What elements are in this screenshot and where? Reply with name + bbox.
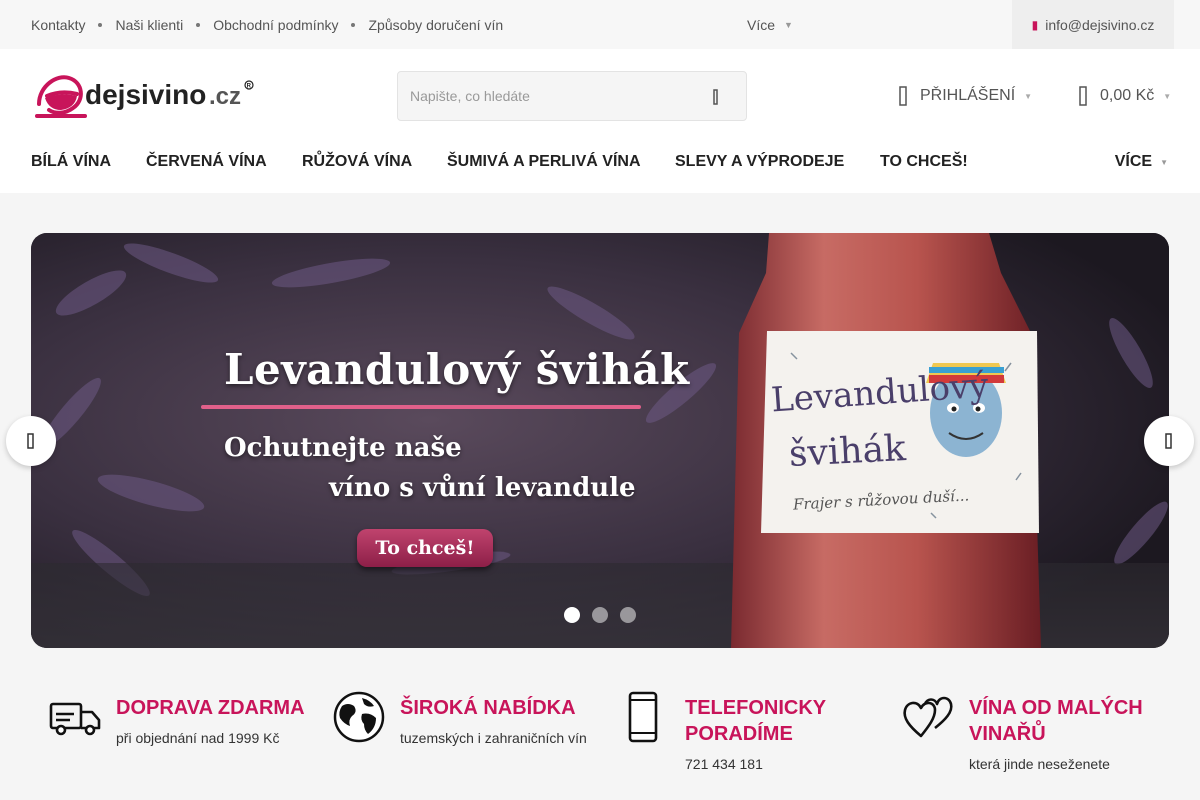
slider-dots xyxy=(564,607,636,623)
feature-wide-selection: ŠIROKÁ NABÍDKA tuzemských i zahraničních… xyxy=(332,690,602,790)
separator-dot xyxy=(98,22,103,27)
hero-banner[interactable]: Levandulový švihák Ochutnejte naše víno … xyxy=(31,233,1169,648)
banner-image xyxy=(31,233,1169,648)
nav-item-bila[interactable]: BÍLÁ VÍNA xyxy=(31,137,111,187)
banner-underline xyxy=(201,405,641,409)
email-text: info@dejsivino.cz xyxy=(1045,16,1155,33)
slider-prev-button[interactable] xyxy=(6,416,56,466)
chevron-down-icon: ▼ xyxy=(1024,91,1033,101)
search-icon xyxy=(713,89,718,105)
top-link-klienti[interactable]: Naši klienti xyxy=(115,17,183,33)
nav-item-to-chces[interactable]: TO CHCEŠ! xyxy=(880,137,968,187)
mail-icon: ▮ xyxy=(1031,17,1039,32)
chevron-right-icon xyxy=(1165,433,1172,449)
feature-phone-advice: TELEFONICKY PORADÍME 721 434 181 xyxy=(617,690,887,790)
logo-text: dejsivino xyxy=(85,79,206,110)
logo-tld: .cz xyxy=(209,83,241,110)
feature-small-winemakers: VÍNA OD MALÝCH VINAŘŮ která jinde neseže… xyxy=(901,690,1171,790)
chevron-left-icon xyxy=(27,433,34,449)
phone-icon xyxy=(628,691,658,743)
search-input[interactable] xyxy=(410,72,700,120)
nav-more-dropdown[interactable]: VÍCE ▼ xyxy=(1115,137,1168,187)
chevron-down-icon: ▼ xyxy=(1163,91,1172,101)
chevron-down-icon: ▼ xyxy=(784,19,793,30)
email-link[interactable]: ▮ info@dejsivino.cz xyxy=(1012,0,1174,49)
login-label: PŘIHLÁŠENÍ xyxy=(920,87,1016,104)
user-icon xyxy=(899,86,907,106)
feature-text: která jinde neseženete xyxy=(969,756,1110,772)
top-link-podminky[interactable]: Obchodní podmínky xyxy=(213,17,338,33)
search-button[interactable] xyxy=(708,85,732,109)
cart-icon xyxy=(1079,86,1087,106)
feature-title: ŠIROKÁ NABÍDKA xyxy=(400,697,576,719)
cart-button[interactable]: 0,00 Kč ▼ xyxy=(1078,82,1171,110)
top-links: Kontakty Naši klienti Obchodní podmínky … xyxy=(31,0,503,49)
search-box xyxy=(397,71,747,121)
main-nav: BÍLÁ VÍNA ČERVENÁ VÍNA RŮŽOVÁ VÍNA ŠUMIV… xyxy=(0,137,1200,187)
banner-cta-button[interactable]: To chceš! xyxy=(357,529,493,567)
feature-title: DOPRAVA ZDARMA xyxy=(116,697,305,719)
top-more-label: Více xyxy=(747,16,776,33)
top-link-doruceni[interactable]: Způsoby doručení vín xyxy=(368,17,503,33)
login-dropdown[interactable]: PŘIHLÁŠENÍ ▼ xyxy=(898,82,1032,110)
feature-text: 721 434 181 xyxy=(685,756,763,772)
truck-icon xyxy=(49,702,101,736)
banner-title: Levandulový švihák xyxy=(224,345,690,394)
separator-dot xyxy=(351,22,356,27)
feature-text: tuzemských i zahraničních vín xyxy=(400,730,587,746)
cart-total: 0,00 Kč xyxy=(1100,87,1155,104)
slider-next-button[interactable] xyxy=(1144,416,1194,466)
nav-item-slevy[interactable]: SLEVY A VÝPRODEJE xyxy=(675,137,844,187)
feature-text: při objednání nad 1999 Kč xyxy=(116,730,280,746)
slider-dot-2[interactable] xyxy=(592,607,608,623)
feature-title: TELEFONICKY PORADÍME xyxy=(685,697,826,745)
banner-subtitle-2: víno s vůní levandule xyxy=(329,473,636,503)
hearts-icon xyxy=(903,696,953,738)
top-bar: Kontakty Naši klienti Obchodní podmínky … xyxy=(0,0,1200,49)
nav-item-ruzova[interactable]: RŮŽOVÁ VÍNA xyxy=(302,137,412,187)
logo-graphic: dejsivino .cz R xyxy=(35,75,254,118)
feature-free-shipping: DOPRAVA ZDARMA při objednání nad 1999 Kč xyxy=(48,690,318,790)
banner-subtitle-1: Ochutnejte naše xyxy=(224,433,462,463)
nav-item-sumiva[interactable]: ŠUMIVÁ A PERLIVÁ VÍNA xyxy=(447,137,641,187)
nav-more-label: VÍCE xyxy=(1114,153,1153,170)
slider-dot-1[interactable] xyxy=(564,607,580,623)
top-more-dropdown[interactable]: Více ▼ xyxy=(747,0,793,49)
globe-icon xyxy=(333,691,385,743)
separator-dot xyxy=(196,22,201,27)
site-logo[interactable]: dejsivino .cz R xyxy=(33,68,263,122)
slider-dot-3[interactable] xyxy=(620,607,636,623)
bottle-label-title-2: švihák xyxy=(788,427,907,476)
top-link-kontakty[interactable]: Kontakty xyxy=(31,17,85,33)
nav-item-cervena[interactable]: ČERVENÁ VÍNA xyxy=(146,137,267,187)
svg-text:R: R xyxy=(247,84,252,90)
feature-title: VÍNA OD MALÝCH VINAŘŮ xyxy=(969,697,1143,745)
chevron-down-icon: ▼ xyxy=(1160,157,1168,167)
